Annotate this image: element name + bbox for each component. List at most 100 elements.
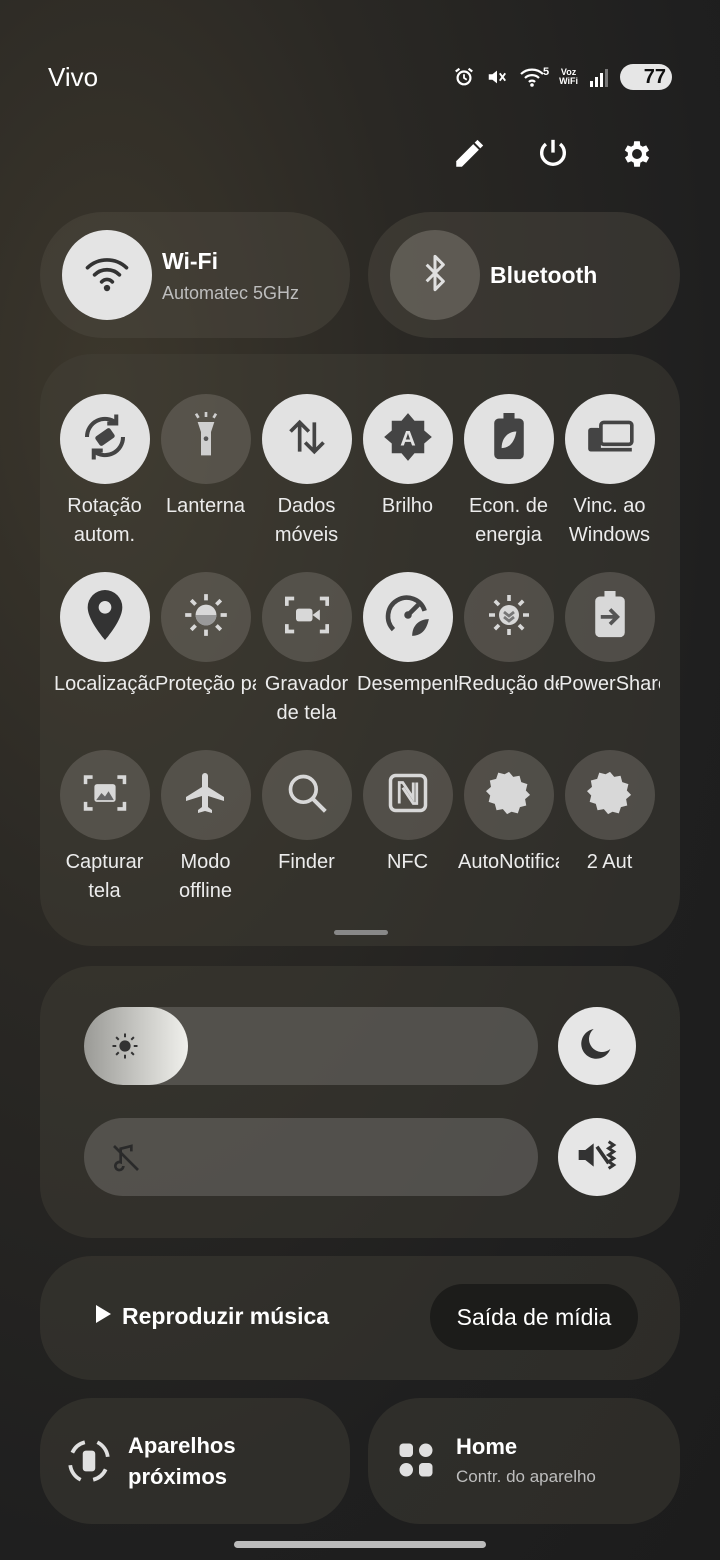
tile-label: Gravador de tela — [264, 673, 349, 724]
tile-toggle[interactable] — [59, 572, 150, 662]
tile-toggle[interactable] — [564, 394, 655, 484]
tile-performance[interactable]: Desempenho — [357, 572, 458, 699]
network-generation-label: 5 — [542, 66, 550, 78]
play-icon — [94, 1303, 112, 1330]
tile-location[interactable]: Localização — [54, 572, 155, 699]
tile-toggle[interactable] — [59, 750, 150, 840]
tile-brightness[interactable]: A Brilho — [357, 394, 458, 521]
tile-screen-recorder[interactable]: Gravador de tela — [256, 572, 357, 728]
tile-label: Desempenho — [357, 673, 458, 695]
tile-toggle[interactable] — [564, 750, 655, 840]
tile-mobile-data[interactable]: Dados móveis — [256, 394, 357, 550]
tile-toggle[interactable] — [160, 572, 251, 662]
tile-label: Dados móveis — [274, 495, 339, 546]
tile-toggle[interactable] — [160, 394, 251, 484]
tile-nfc[interactable]: NFC — [357, 750, 458, 877]
media-output-button[interactable]: Saída de mídia — [430, 1284, 638, 1350]
tile-autonotification[interactable]: AutoNotification — [458, 750, 559, 877]
settings-icon — [620, 137, 654, 176]
gear-icon — [586, 770, 633, 821]
tile-link-windows[interactable]: Vinc. ao Windows — [559, 394, 660, 550]
wifi-tile[interactable]: Wi-Fi Automatec 5GHz — [40, 212, 350, 338]
home-title: Home — [456, 1434, 518, 1459]
brightness-icon — [110, 1031, 140, 1066]
tile-toggle[interactable] — [160, 750, 251, 840]
power-button[interactable] — [530, 136, 576, 176]
power-icon — [536, 137, 570, 176]
dark-mode-button[interactable] — [558, 1007, 636, 1085]
tile-toggle[interactable] — [564, 572, 655, 662]
tile-eye-comfort[interactable]: Proteção para os olhos — [155, 572, 256, 699]
screenshot-icon — [82, 771, 128, 820]
location-icon — [85, 589, 125, 645]
nearby-devices-icon — [64, 1436, 114, 1491]
vibrate-mute-icon — [575, 1135, 619, 1180]
home-indicator[interactable] — [234, 1541, 486, 1548]
bluetooth-tile[interactable]: Bluetooth — [368, 212, 680, 338]
tile-label: Brilho — [381, 495, 434, 517]
status-bar: Vivo 5 Voz WiFi 77 — [0, 0, 720, 120]
power-saving-icon — [489, 412, 529, 466]
tile-screenshot[interactable]: Capturar tela — [54, 750, 155, 906]
tile-2-aut[interactable]: 2 Aut — [559, 750, 660, 877]
svg-text:A: A — [400, 425, 416, 450]
tile-label: Modo offline — [178, 851, 232, 902]
tile-toggle[interactable] — [463, 572, 554, 662]
tile-toggle[interactable]: A — [362, 394, 453, 484]
tile-toggle[interactable] — [463, 750, 554, 840]
bluetooth-title: Bluetooth — [490, 262, 598, 288]
nearby-devices-tile[interactable]: Aparelhos próximos — [40, 1398, 350, 1524]
play-music-button[interactable]: Reproduzir música — [94, 1303, 329, 1330]
muted-note-icon — [110, 1142, 142, 1179]
tile-label: Lanterna — [166, 495, 245, 517]
tile-toggle[interactable] — [59, 394, 150, 484]
volume-slider[interactable] — [84, 1118, 538, 1196]
tile-label: Proteção para os olhos — [155, 673, 256, 695]
battery-level: 77 — [643, 65, 666, 88]
tile-label: Vinc. ao Windows — [568, 495, 651, 546]
edit-icon — [452, 137, 486, 176]
tile-power-saving[interactable]: Econ. de energia — [458, 394, 559, 550]
screen-recorder-icon — [283, 593, 331, 642]
tile-flashlight[interactable]: Lanterna — [155, 394, 256, 521]
tile-label: NFC — [386, 851, 429, 873]
gear-icon — [485, 770, 532, 821]
sound-mode-button[interactable] — [558, 1118, 636, 1196]
tile-extra-dim[interactable]: Redução de brilho — [458, 572, 559, 699]
status-icons: 5 Voz WiFi 77 — [453, 64, 672, 90]
link-windows-icon — [586, 417, 634, 462]
tile-airplane-mode[interactable]: Modo offline — [155, 750, 256, 906]
panel-drag-handle[interactable] — [334, 930, 388, 935]
tile-toggle[interactable] — [362, 572, 453, 662]
edit-button[interactable] — [446, 136, 492, 176]
home-devices-icon — [398, 1442, 434, 1483]
tile-label: AutoNotification — [458, 851, 559, 873]
voz-wifi-label: Voz WiFi — [559, 68, 578, 86]
tile-toggle[interactable] — [261, 394, 352, 484]
tile-auto-rotate[interactable]: Rotação autom. — [54, 394, 155, 550]
home-tile[interactable]: Home Contr. do aparelho — [368, 1398, 680, 1524]
voz-label-bottom: WiFi — [559, 76, 578, 86]
tile-toggle[interactable] — [463, 394, 554, 484]
tile-powershare[interactable]: PowerShare — [559, 572, 660, 699]
wifi-toggle[interactable] — [62, 230, 152, 320]
nfc-icon — [387, 772, 429, 819]
carrier-name: Vivo — [48, 62, 99, 92]
tile-label: Redução de brilho — [458, 673, 559, 695]
tile-label: Econ. de energia — [469, 495, 548, 546]
nearby-devices-title: Aparelhos próximos — [128, 1433, 236, 1489]
flashlight-icon — [186, 411, 226, 467]
tile-label: Localização — [54, 673, 155, 695]
eye-comfort-icon — [181, 590, 231, 645]
bluetooth-toggle[interactable] — [390, 230, 480, 320]
sliders-panel — [40, 966, 680, 1238]
tile-toggle[interactable] — [362, 750, 453, 840]
settings-button[interactable] — [614, 136, 660, 176]
tile-toggle[interactable] — [261, 572, 352, 662]
tile-toggle[interactable] — [261, 750, 352, 840]
performance-icon — [383, 590, 433, 645]
bluetooth-icon — [415, 249, 455, 302]
wifi-network-name: Automatec 5GHz — [162, 283, 300, 303]
tile-finder[interactable]: Finder — [256, 750, 357, 877]
brightness-slider[interactable] — [84, 1007, 538, 1085]
